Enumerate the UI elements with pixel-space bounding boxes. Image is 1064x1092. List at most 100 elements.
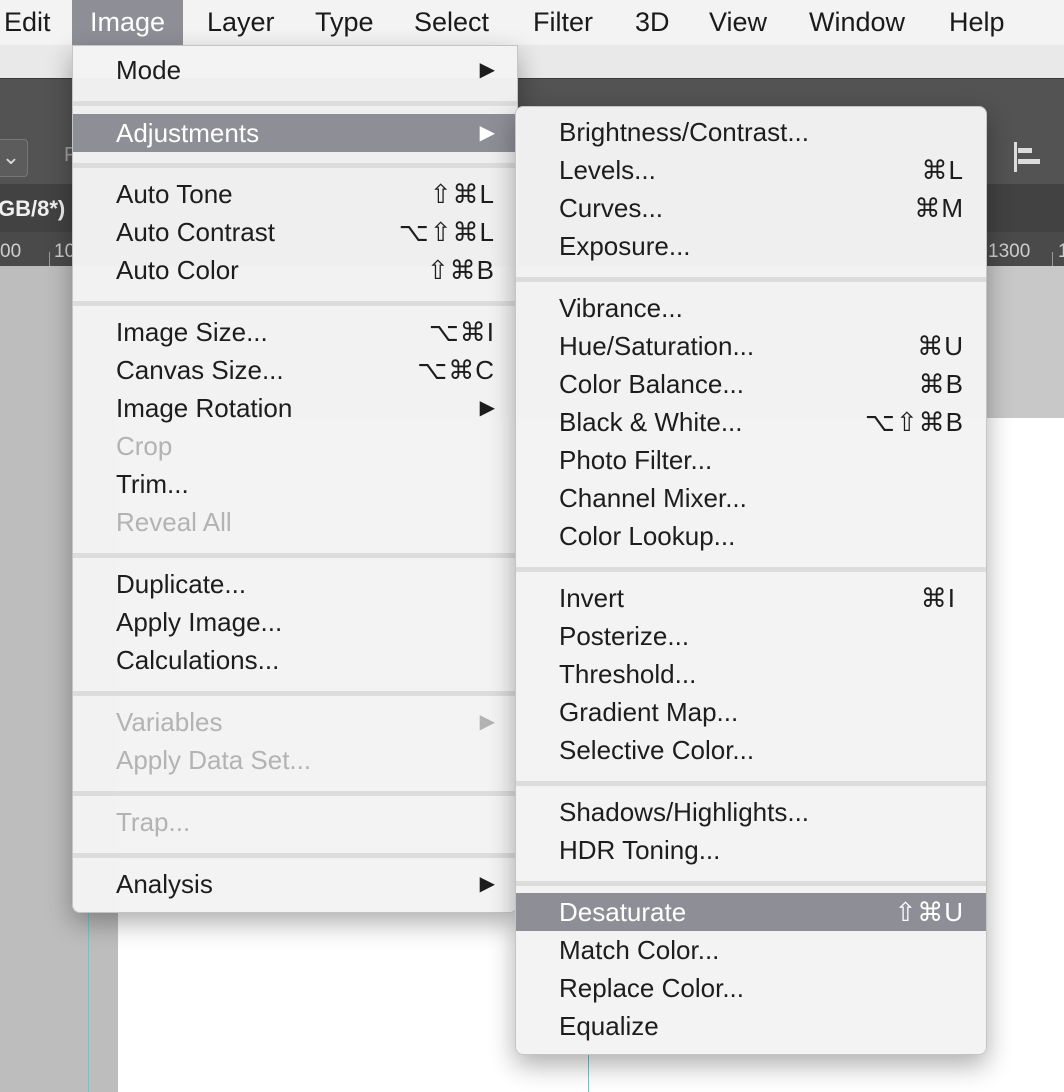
menu-item-gradient-map[interactable]: Gradient Map... bbox=[516, 693, 986, 731]
guide-line[interactable] bbox=[588, 1053, 589, 1092]
menu-item-label: Trim... bbox=[116, 469, 189, 499]
menu-item-label: Apply Data Set... bbox=[116, 745, 312, 775]
menu-item-shadows-highlights[interactable]: Shadows/Highlights... bbox=[516, 793, 986, 831]
menu-item-label: Shadows/Highlights... bbox=[559, 797, 810, 827]
menu-item-apply-image[interactable]: Apply Image... bbox=[73, 603, 517, 641]
shortcut-label: ⌘I bbox=[920, 583, 956, 613]
menu-3d[interactable]: 3D bbox=[635, 0, 670, 45]
shortcut-label: ⌘M bbox=[914, 193, 964, 223]
menu-item-photo-filter[interactable]: Photo Filter... bbox=[516, 441, 986, 479]
menu-item-duplicate[interactable]: Duplicate... bbox=[73, 565, 517, 603]
menu-item-color-balance[interactable]: Color Balance... ⌘B bbox=[516, 365, 986, 403]
shortcut-label: ⌥⇧⌘L bbox=[398, 217, 495, 247]
menu-separator bbox=[73, 553, 517, 558]
menu-bar: Edit Image Layer Type Select Filter 3D V… bbox=[0, 0, 1064, 46]
menu-separator bbox=[73, 101, 517, 106]
shortcut-label: ⌘U bbox=[917, 331, 964, 361]
image-menu: Mode ▶ Adjustments ▶ Auto Tone ⇧⌘L Auto … bbox=[72, 45, 518, 913]
menu-item-match-color[interactable]: Match Color... bbox=[516, 931, 986, 969]
menu-edit[interactable]: Edit bbox=[4, 0, 51, 45]
adjustments-submenu: Brightness/Contrast... Levels... ⌘L Curv… bbox=[515, 106, 987, 1055]
menu-item-auto-contrast[interactable]: Auto Contrast ⌥⇧⌘L bbox=[73, 213, 517, 251]
menu-select[interactable]: Select bbox=[414, 0, 489, 45]
menu-image[interactable]: Image bbox=[72, 0, 184, 45]
menu-item-label: Equalize bbox=[559, 1011, 659, 1041]
menu-item-channel-mixer[interactable]: Channel Mixer... bbox=[516, 479, 986, 517]
menu-item-curves[interactable]: Curves... ⌘M bbox=[516, 189, 986, 227]
menu-separator bbox=[516, 881, 986, 886]
menu-item-threshold[interactable]: Threshold... bbox=[516, 655, 986, 693]
menu-item-black-white[interactable]: Black & White... ⌥⇧⌘B bbox=[516, 403, 986, 441]
menu-item-label: Selective Color... bbox=[559, 735, 755, 765]
menu-item-auto-tone[interactable]: Auto Tone ⇧⌘L bbox=[73, 175, 517, 213]
menu-item-brightness-contrast[interactable]: Brightness/Contrast... bbox=[516, 113, 986, 151]
menu-separator bbox=[73, 691, 517, 696]
menu-item-label: Apply Image... bbox=[116, 607, 283, 637]
menu-item-label: Auto Color bbox=[116, 255, 239, 285]
menu-item-mode[interactable]: Mode ▶ bbox=[73, 51, 517, 89]
menu-item-image-size[interactable]: Image Size... ⌥⌘I bbox=[73, 313, 517, 351]
tool-preset-dropdown[interactable]: ⌄ bbox=[0, 139, 28, 177]
menu-item-label: Color Lookup... bbox=[559, 521, 736, 551]
menu-item-label: Auto Tone bbox=[116, 179, 233, 209]
menu-item-posterize[interactable]: Posterize... bbox=[516, 617, 986, 655]
menu-item-trim[interactable]: Trim... bbox=[73, 465, 517, 503]
menu-item-label: Curves... bbox=[559, 193, 664, 223]
menu-item-selective-color[interactable]: Selective Color... bbox=[516, 731, 986, 769]
menu-item-color-lookup[interactable]: Color Lookup... bbox=[516, 517, 986, 555]
menu-item-apply-data-set[interactable]: Apply Data Set... bbox=[73, 741, 517, 779]
menu-item-label: Black & White... bbox=[559, 407, 743, 437]
menu-item-levels[interactable]: Levels... ⌘L bbox=[516, 151, 986, 189]
menu-item-analysis[interactable]: Analysis ▶ bbox=[73, 865, 517, 903]
menu-item-label: Mode bbox=[116, 55, 182, 85]
menu-item-equalize[interactable]: Equalize bbox=[516, 1007, 986, 1045]
menu-item-desaturate[interactable]: Desaturate ⇧⌘U bbox=[516, 893, 986, 931]
menu-item-reveal-all[interactable]: Reveal All bbox=[73, 503, 517, 541]
menu-item-hue-saturation[interactable]: Hue/Saturation... ⌘U bbox=[516, 327, 986, 365]
shortcut-label: ⇧⌘L bbox=[429, 179, 495, 209]
document-tab-label[interactable]: GB/8*) bbox=[0, 196, 65, 222]
menu-separator bbox=[73, 301, 517, 306]
menu-item-variables[interactable]: Variables ▶ bbox=[73, 703, 517, 741]
submenu-arrow-icon: ▶ bbox=[479, 122, 495, 144]
guide-line[interactable] bbox=[88, 905, 89, 1092]
menu-filter[interactable]: Filter bbox=[533, 0, 593, 45]
menu-item-label: HDR Toning... bbox=[559, 835, 721, 865]
menu-item-canvas-size[interactable]: Canvas Size... ⌥⌘C bbox=[73, 351, 517, 389]
menu-item-crop[interactable]: Crop bbox=[73, 427, 517, 465]
menu-item-hdr-toning[interactable]: HDR Toning... bbox=[516, 831, 986, 869]
shortcut-label: ⌥⌘I bbox=[428, 317, 495, 347]
menu-window[interactable]: Window bbox=[809, 0, 905, 45]
menu-item-label: Calculations... bbox=[116, 645, 280, 675]
menu-item-image-rotation[interactable]: Image Rotation ▶ bbox=[73, 389, 517, 427]
shortcut-label: ⇧⌘U bbox=[894, 897, 964, 927]
menu-help[interactable]: Help bbox=[949, 0, 1005, 45]
menu-item-label: Gradient Map... bbox=[559, 697, 739, 727]
menu-item-replace-color[interactable]: Replace Color... bbox=[516, 969, 986, 1007]
menu-item-label: Analysis bbox=[116, 869, 213, 899]
submenu-arrow-icon: ▶ bbox=[479, 397, 495, 419]
menu-item-vibrance[interactable]: Vibrance... bbox=[516, 289, 986, 327]
menu-item-adjustments[interactable]: Adjustments ▶ bbox=[73, 114, 517, 152]
menu-item-auto-color[interactable]: Auto Color ⇧⌘B bbox=[73, 251, 517, 289]
ruler-tick bbox=[49, 252, 50, 266]
ruler-label: 00 bbox=[0, 241, 22, 262]
menu-item-label: Color Balance... bbox=[559, 369, 744, 399]
menu-item-label: Reveal All bbox=[116, 507, 232, 537]
menu-item-calculations[interactable]: Calculations... bbox=[73, 641, 517, 679]
shortcut-label: ⇧⌘B bbox=[426, 255, 495, 285]
menu-item-label: Canvas Size... bbox=[116, 355, 284, 385]
menu-type[interactable]: Type bbox=[315, 0, 374, 45]
align-left-icon[interactable] bbox=[1010, 140, 1044, 176]
menu-item-label: Auto Contrast bbox=[116, 217, 275, 247]
menu-item-invert[interactable]: Invert ⌘I bbox=[516, 579, 986, 617]
menu-item-exposure[interactable]: Exposure... bbox=[516, 227, 986, 265]
menu-item-label: Match Color... bbox=[559, 935, 720, 965]
menu-view[interactable]: View bbox=[709, 0, 767, 45]
ruler-label: 1 bbox=[1058, 241, 1064, 262]
menu-layer[interactable]: Layer bbox=[207, 0, 275, 45]
menu-item-label: Variables bbox=[116, 707, 223, 737]
menu-item-trap[interactable]: Trap... bbox=[73, 803, 517, 841]
shortcut-label: ⌘B bbox=[918, 369, 964, 399]
menu-separator bbox=[516, 781, 986, 786]
